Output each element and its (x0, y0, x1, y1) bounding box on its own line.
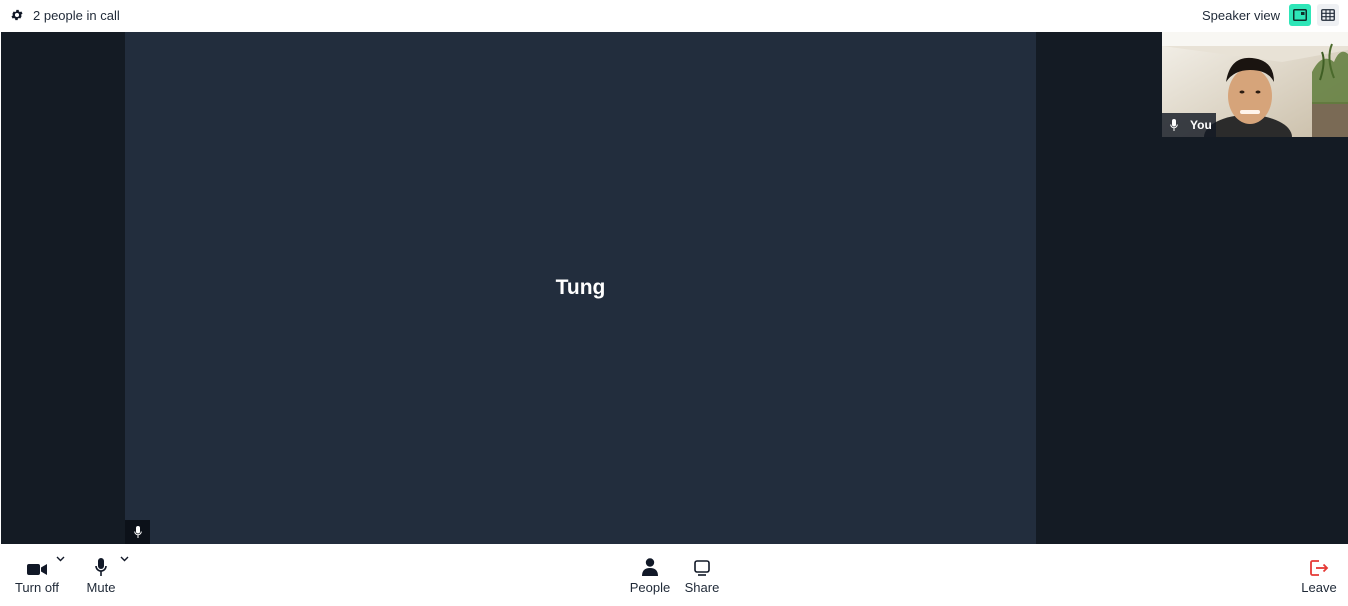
participant-count: 2 people in call (33, 8, 120, 23)
camera-toggle-label: Turn off (14, 580, 60, 595)
mute-button[interactable]: Mute (85, 544, 117, 606)
active-speaker-name: Tung (555, 276, 606, 299)
view-mode-label: Speaker view (1201, 8, 1280, 23)
screen-share-icon (694, 560, 710, 576)
self-view-tile[interactable]: You (1162, 32, 1348, 137)
microphone-icon (133, 526, 142, 538)
microphone-icon (1170, 119, 1178, 131)
top-bar: 2 people in call Speaker view (0, 0, 1348, 31)
chevron-down-icon (120, 556, 128, 562)
microphone-icon (95, 558, 107, 576)
chevron-down-icon (56, 556, 64, 562)
call-toolbar: Turn off Mute People Share Leave (0, 544, 1348, 606)
self-view-tag: You (1162, 113, 1216, 137)
active-speaker-mic-indicator (125, 520, 150, 544)
speaker-layout-icon (1293, 9, 1307, 21)
share-label: Share (684, 580, 720, 595)
mute-label: Mute (86, 580, 116, 595)
person-icon (642, 558, 658, 576)
self-view-label: You (1190, 118, 1212, 132)
gear-icon (11, 9, 23, 21)
people-button[interactable]: People (628, 544, 672, 606)
people-label: People (629, 580, 671, 595)
leave-label: Leave (1301, 580, 1337, 595)
leave-button[interactable]: Leave (1298, 544, 1340, 606)
mic-options-button[interactable] (118, 544, 130, 564)
share-button[interactable]: Share (683, 544, 721, 606)
video-camera-icon (27, 564, 47, 575)
speaker-view-button[interactable] (1289, 4, 1311, 26)
call-stage: Tung You (1, 32, 1348, 544)
leave-icon (1309, 560, 1328, 576)
settings-button[interactable] (10, 8, 24, 22)
active-speaker-tile[interactable]: Tung (125, 32, 1036, 544)
camera-options-button[interactable] (54, 544, 66, 564)
grid-view-button[interactable] (1317, 4, 1339, 26)
grid-layout-icon (1321, 9, 1335, 21)
